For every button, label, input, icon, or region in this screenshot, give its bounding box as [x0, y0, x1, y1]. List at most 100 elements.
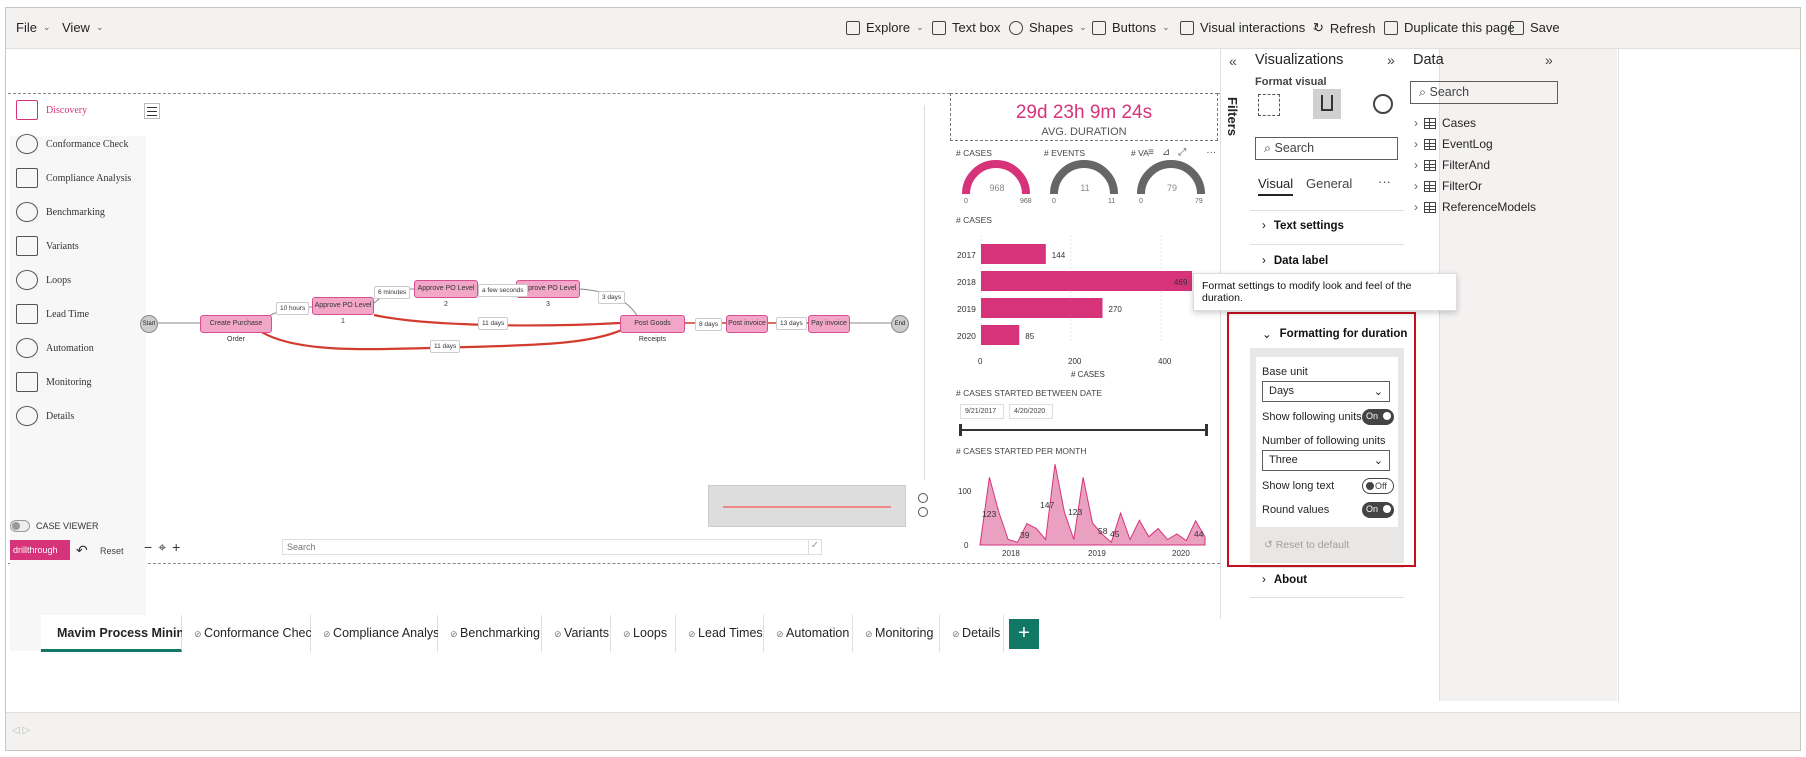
start-node[interactable]: Start	[140, 315, 158, 333]
file-menu[interactable]: File ⌄	[16, 20, 51, 35]
more-options-icon[interactable]: ···	[1206, 147, 1216, 158]
check-icon[interactable]: ✓	[808, 539, 822, 555]
chevron-right-icon: ›	[1262, 574, 1266, 586]
pin-icon[interactable]: ⊿	[1162, 147, 1170, 158]
gauge-2[interactable]	[1135, 158, 1215, 203]
process-map[interactable]: Start Create Purchase Order Approve PO L…	[128, 95, 948, 560]
zoom-in-icon[interactable]: +	[172, 539, 180, 556]
reset-button[interactable]: Reset	[100, 546, 124, 556]
tab-conformance-check[interactable]: ⊘ Conformance Check	[182, 615, 318, 652]
buttons-button[interactable]: Buttons ⌄	[1092, 20, 1170, 35]
process-node[interactable]: Create Purchase Order	[200, 315, 272, 343]
textbox-button[interactable]: Text box	[932, 20, 1000, 35]
tab-benchmarking[interactable]: ⊘ Benchmarking	[438, 615, 542, 652]
sidebar-item-automation[interactable]: Automation	[16, 338, 94, 358]
tabs-scroll-left-icon[interactable]: ◁ ▷	[12, 725, 30, 736]
tab-label: Monitoring	[875, 626, 934, 640]
zoom-out-icon[interactable]: −	[144, 539, 152, 556]
zoom-handle-icon[interactable]	[918, 507, 928, 517]
bar-chart[interactable]: 2017 144 2018 469 2019 270 2020 85 0 200 400 # CASE…	[950, 230, 1220, 380]
sidebar-item-lead-time[interactable]: Lead Time	[16, 304, 89, 324]
back-icon[interactable]: ↶	[76, 542, 88, 559]
data-table-item[interactable]: › FilterAnd	[1414, 158, 1490, 172]
tab-mavim-process-mining[interactable]: Mavim Process Mining	[41, 615, 192, 652]
tab-monitoring[interactable]: ⊘ Monitoring	[853, 615, 940, 652]
end-date-input[interactable]: 4/20/2020	[1009, 404, 1053, 419]
automation-icon	[16, 338, 38, 358]
sidebar-item-conformance-check[interactable]: Conformance Check	[16, 134, 128, 154]
analytics-icon[interactable]	[1373, 94, 1393, 114]
sidebar-item-compliance-analysis[interactable]: Compliance Analysis	[16, 168, 131, 188]
data-label-section[interactable]: › Data label	[1262, 255, 1328, 267]
sidebar-item-benchmarking[interactable]: Benchmarking	[16, 202, 105, 222]
explore-button[interactable]: Explore ⌄	[846, 20, 924, 35]
zoom-handle-icon[interactable]	[918, 493, 928, 503]
number-following-units-dropdown[interactable]: Three ⌄	[1262, 450, 1390, 471]
process-node[interactable]: Approve PO Level 1	[312, 297, 374, 325]
tab-automation[interactable]: ⊘ Automation	[764, 615, 853, 652]
tab-details[interactable]: ⊘ Details	[940, 615, 1004, 652]
tab-lead-times[interactable]: ⊘ Lead Times	[676, 615, 764, 652]
bar-category-label: 2018	[957, 277, 976, 287]
expand-filters-icon[interactable]: «	[1229, 53, 1237, 69]
date-slider-end-handle[interactable]	[1205, 424, 1208, 436]
sidebar-item-monitoring[interactable]: Monitoring	[16, 372, 92, 392]
process-node[interactable]: Pay invoice	[808, 315, 850, 333]
gauge-1[interactable]	[1048, 158, 1128, 203]
end-node[interactable]: End	[891, 315, 909, 333]
tab-variants[interactable]: ⊘ Variants	[542, 615, 611, 652]
gauge-0[interactable]	[960, 158, 1040, 203]
date-slider-start-handle[interactable]	[959, 424, 962, 436]
view-menu[interactable]: View ⌄	[62, 20, 104, 35]
data-search-input[interactable]: ⌕ Search	[1410, 81, 1558, 104]
sidebar-item-discovery[interactable]: Discovery	[16, 100, 87, 120]
show-following-units-toggle[interactable]: On	[1362, 409, 1394, 425]
duplicate-page-button[interactable]: Duplicate this page	[1384, 20, 1515, 35]
visual-interactions-button[interactable]: Visual interactions ⌄	[1180, 20, 1319, 35]
show-long-text-toggle[interactable]: Off	[1362, 478, 1394, 494]
show-long-text-label: Show long text	[1262, 480, 1335, 492]
focus-mode-icon[interactable]: ⤢	[1178, 147, 1186, 158]
about-section[interactable]: › About	[1262, 574, 1307, 586]
area-chart[interactable]: 100 0 123 39 147 123 58 45 44 2018 2019 2020	[950, 460, 1220, 560]
duration-card[interactable]: 29d 23h 9m 24s AVG. DURATION	[950, 93, 1218, 141]
tab-general[interactable]: General	[1306, 176, 1352, 191]
sidebar-item-loops[interactable]: Loops	[16, 270, 71, 290]
sidebar-item-variants[interactable]: Variants	[16, 236, 79, 256]
bar-category-label: 2017	[957, 250, 976, 260]
vertical-scrollbar[interactable]	[924, 105, 925, 480]
tab-compliance-analysis[interactable]: ⊘ Compliance Analysis	[311, 615, 448, 652]
collapse-data-pane-icon[interactable]: »	[1545, 52, 1553, 68]
formatting-duration-section[interactable]: ⌄ Formatting for duration	[1262, 327, 1407, 341]
tab-visual[interactable]: Visual	[1258, 176, 1294, 196]
add-page-button[interactable]: +	[1009, 619, 1039, 649]
text-settings-section[interactable]: › Text settings	[1262, 220, 1344, 232]
drillthrough-button[interactable]: drillthrough	[10, 540, 70, 560]
data-table-item[interactable]: › Cases	[1414, 116, 1476, 130]
viz-search-input[interactable]: ⌕ Search	[1255, 137, 1398, 160]
reset-default-button[interactable]: ↺ Reset to default	[1264, 539, 1349, 551]
save-button[interactable]: Save	[1510, 20, 1560, 35]
data-table-item[interactable]: › FilterOr	[1414, 179, 1482, 193]
center-icon[interactable]: ⌖	[158, 539, 166, 556]
process-node[interactable]: Approve PO Level 2	[414, 280, 478, 308]
format-visual-icon[interactable]	[1313, 89, 1341, 119]
more-options-icon[interactable]: ···	[1378, 174, 1391, 189]
data-table-item[interactable]: › ReferenceModels	[1414, 200, 1536, 214]
process-search-input[interactable]	[282, 539, 822, 555]
round-values-toggle[interactable]: On	[1362, 502, 1394, 518]
shapes-button[interactable]: Shapes ⌄	[1009, 20, 1087, 35]
minimap[interactable]	[708, 485, 906, 527]
sidebar-item-details[interactable]: Details	[16, 406, 74, 426]
process-node[interactable]: Post Goods Receipts	[620, 315, 685, 343]
start-date-input[interactable]: 9/21/2017	[960, 404, 1004, 419]
collapse-pane-icon[interactable]: »	[1387, 52, 1395, 68]
date-slider-track[interactable]	[960, 429, 1208, 431]
build-visual-icon[interactable]	[1258, 94, 1280, 116]
case-viewer-toggle[interactable]	[10, 520, 30, 532]
data-table-item[interactable]: › EventLog	[1414, 137, 1493, 151]
process-node[interactable]: Post invoice	[726, 315, 768, 333]
refresh-button[interactable]: ↻ Refresh	[1313, 20, 1375, 36]
base-unit-dropdown[interactable]: Days ⌄	[1262, 381, 1390, 402]
tab-loops[interactable]: ⊘ Loops	[611, 615, 676, 652]
